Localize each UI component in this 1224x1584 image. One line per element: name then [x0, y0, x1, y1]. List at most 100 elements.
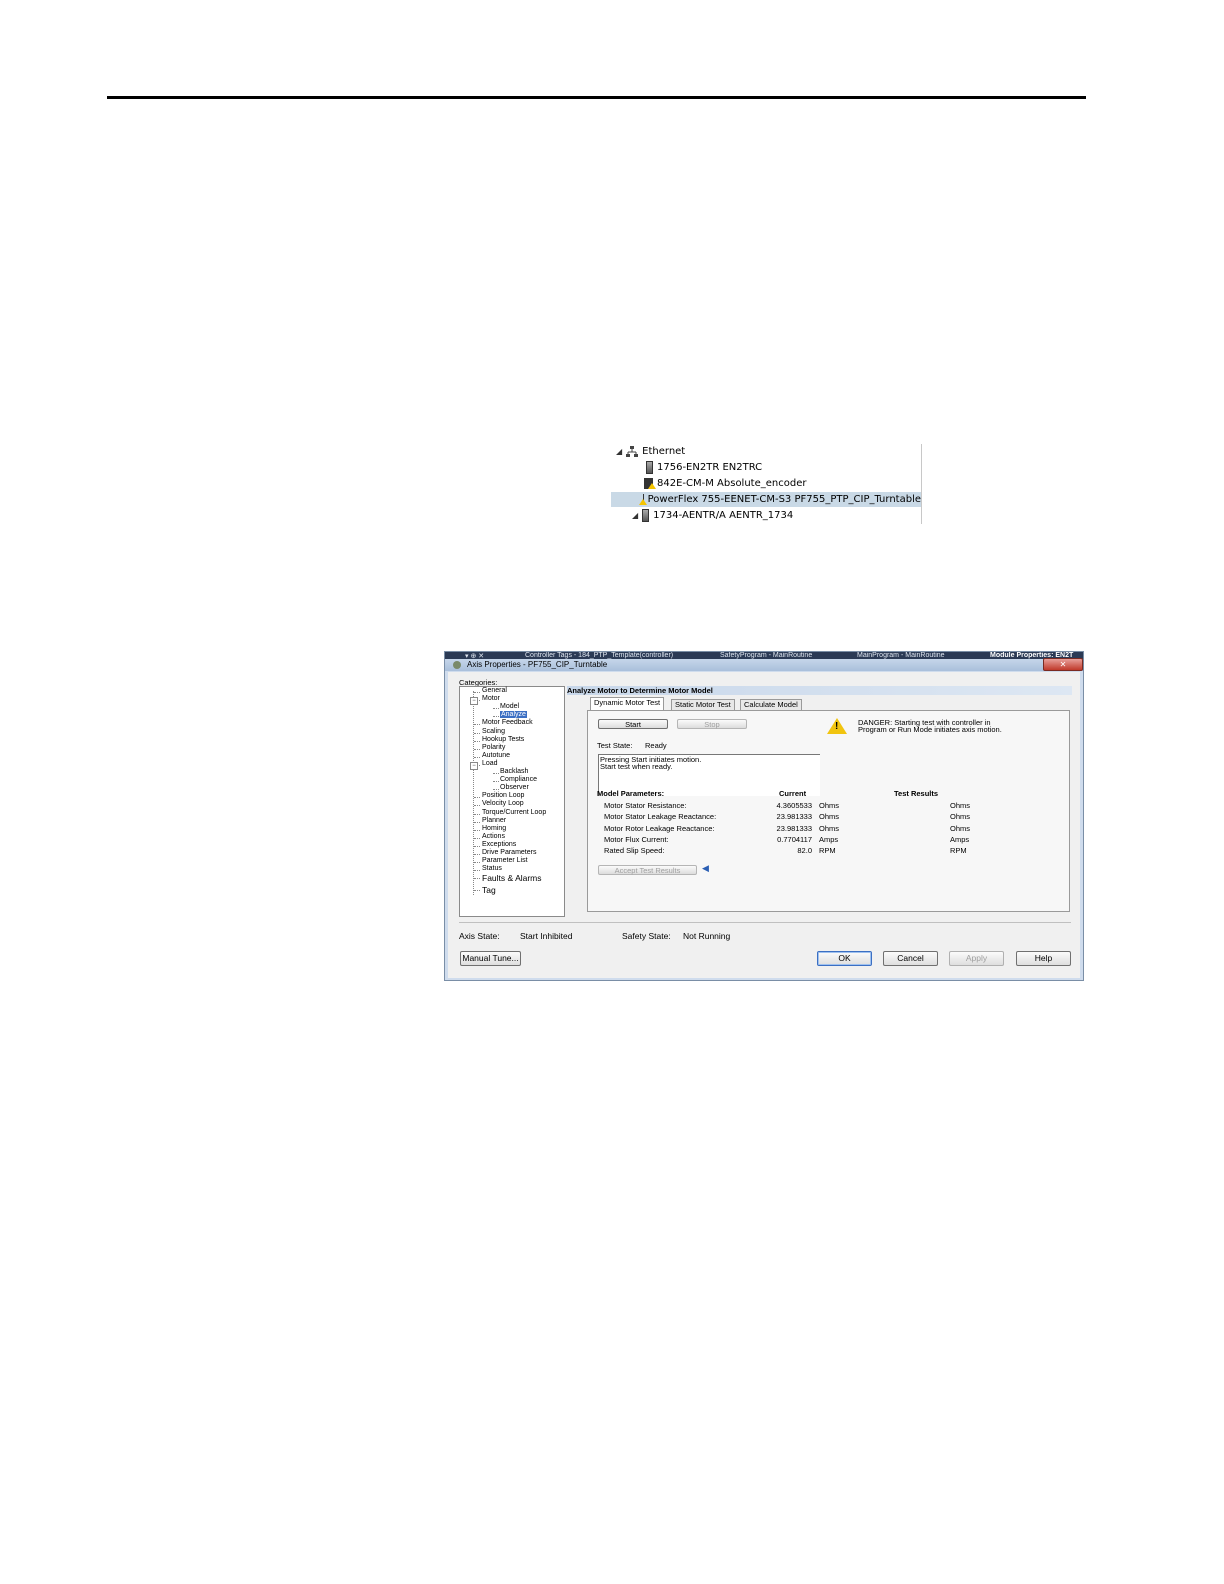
- category-model[interactable]: Model: [500, 703, 519, 710]
- parameter-name: Motor Rotor Leakage Reactance:: [604, 823, 715, 833]
- tree-connector-tick: [493, 773, 499, 774]
- stop-button[interactable]: Stop: [677, 719, 747, 729]
- parameter-current-value: 23.981333: [776, 823, 812, 833]
- test-state-value: Ready: [645, 741, 667, 750]
- doc-tab-main-program[interactable]: MainProgram - MainRoutine: [857, 652, 945, 659]
- category-backlash[interactable]: Backlash: [500, 768, 528, 775]
- network-icon: [626, 445, 639, 458]
- help-button[interactable]: Help: [1016, 951, 1071, 966]
- tree-connector-tick: [474, 829, 480, 831]
- expander-icon[interactable]: −: [470, 697, 478, 706]
- category-homing[interactable]: Homing: [482, 825, 506, 832]
- warning-drive-icon: [640, 494, 646, 505]
- dialog-title: Axis Properties - PF755_CIP_Turntable: [467, 660, 608, 669]
- parameter-current-value: 23.981333: [776, 812, 812, 822]
- tab-static-motor-test[interactable]: Static Motor Test: [671, 699, 735, 710]
- category-label: Motor: [482, 695, 500, 703]
- tree-item-powerflex[interactable]: PowerFlex 755-EENET-CM-S3 PF755_PTP_CIP_…: [611, 492, 921, 507]
- tree-item-en2tr[interactable]: 1756-EN2TR EN2TRC: [646, 460, 762, 475]
- category-label: Parameter List: [482, 857, 528, 865]
- ok-button[interactable]: OK: [817, 951, 872, 966]
- category-status[interactable]: Status: [482, 865, 502, 872]
- parameter-result-unit: Amps: [950, 834, 970, 844]
- collapse-triangle-icon[interactable]: ◢: [616, 447, 622, 456]
- category-hookup-tests[interactable]: Hookup Tests: [482, 736, 524, 743]
- category-planner[interactable]: Planner: [482, 817, 506, 824]
- category-motor-feedback[interactable]: Motor Feedback: [482, 719, 533, 726]
- parameter-current-value: 0.7704117: [777, 834, 812, 844]
- category-polarity[interactable]: Polarity: [482, 744, 505, 751]
- tree-item-label: 1756-EN2TR EN2TRC: [657, 462, 763, 473]
- category-parameter-list[interactable]: Parameter List: [482, 857, 528, 864]
- safety-state-value: Not Running: [683, 931, 731, 941]
- cancel-button[interactable]: Cancel: [883, 951, 938, 966]
- category-analyze[interactable]: Analyze: [500, 711, 527, 719]
- left-arrow-icon: ◀: [702, 863, 709, 873]
- category-general[interactable]: General: [482, 687, 507, 694]
- axis-properties-screenshot: ▾ ⊕ ✕ Controller Tags - 184_PTP_Template…: [444, 651, 1084, 981]
- category-label: Autotune: [482, 751, 511, 759]
- tab-calculate-model[interactable]: Calculate Model: [740, 699, 802, 710]
- category-tag[interactable]: Tag: [482, 885, 496, 895]
- category-compliance[interactable]: Compliance: [500, 776, 537, 783]
- category-observer[interactable]: Observer: [500, 784, 529, 791]
- collapse-triangle-icon[interactable]: ◢: [632, 511, 638, 520]
- warning-module-icon: [644, 478, 656, 489]
- tree-connector-tick: [493, 781, 499, 783]
- category-actions[interactable]: Actions: [482, 833, 505, 840]
- apply-button[interactable]: Apply: [949, 951, 1004, 966]
- category-label: Velocity Loop: [482, 800, 524, 808]
- category-label: Drive Parameters: [482, 849, 537, 856]
- categories-tree[interactable]: General Motor − Model Analyze Motor Feedback S…: [459, 686, 565, 917]
- tree-connector-tick: [474, 724, 480, 726]
- axis-state-value: Start Inhibited: [520, 931, 573, 941]
- section-title: Analyze Motor to Determine Motor Model: [567, 686, 1072, 695]
- parameter-current-unit: RPM: [819, 846, 836, 856]
- tree-item-label: Ethernet: [642, 446, 686, 457]
- manual-tune-button[interactable]: Manual Tune...: [460, 951, 521, 966]
- axis-state-label: Axis State:: [459, 931, 500, 941]
- tab-dynamic-motor-test[interactable]: Dynamic Motor Test: [590, 697, 665, 710]
- tree-connector-tick: [474, 890, 480, 892]
- category-label: Polarity: [482, 743, 506, 751]
- tree-item-1734[interactable]: ◢ 1734-AENTR/A AENTR_1734: [632, 508, 793, 523]
- category-label: Load: [482, 759, 498, 767]
- category-load[interactable]: Load: [482, 760, 498, 767]
- tree-connector-tick: [474, 740, 480, 742]
- category-label: Compliance: [500, 776, 537, 784]
- tree-item-842e[interactable]: 842E-CM-M Absolute_encoder: [644, 476, 806, 491]
- category-velocity-loop[interactable]: Velocity Loop: [482, 800, 524, 807]
- category-label: Analyze: [500, 711, 527, 719]
- module-icon: [642, 509, 650, 522]
- tree-connector-tick: [474, 748, 480, 750]
- category-exceptions[interactable]: Exceptions: [482, 841, 516, 848]
- tree-connector-tick: [474, 756, 480, 758]
- category-label: Homing: [482, 824, 507, 832]
- tree-connector-tick: [474, 732, 480, 734]
- category-autotune[interactable]: Autotune: [482, 752, 510, 759]
- page-header-rule: [107, 96, 1086, 99]
- category-drive-parameters[interactable]: Drive Parameters: [482, 849, 536, 856]
- category-position-loop[interactable]: Position Loop: [482, 792, 524, 799]
- category-faults-alarms[interactable]: Faults & Alarms: [482, 873, 542, 883]
- tree-item-label: 1734-AENTR/A AENTR_1734: [653, 510, 794, 521]
- parameter-result-unit: Ohms: [950, 823, 971, 833]
- close-button[interactable]: ✕: [1043, 658, 1083, 671]
- doc-tab-safety-program[interactable]: SafetyProgram - MainRoutine: [720, 652, 812, 659]
- category-label: Scaling: [482, 727, 505, 735]
- test-results-header: Test Results: [894, 789, 939, 798]
- start-button[interactable]: Start: [598, 719, 668, 729]
- tree-item-ethernet[interactable]: ◢ Ethernet: [616, 444, 685, 459]
- doc-tab-controller-tags[interactable]: Controller Tags - 184_PTP_Template(contr…: [525, 652, 673, 659]
- tree-item-label: PowerFlex 755-EENET-CM-S3 PF755_PTP_CIP_…: [647, 494, 921, 505]
- category-scaling[interactable]: Scaling: [482, 728, 505, 735]
- category-torque-current-loop[interactable]: Torque/Current Loop: [482, 809, 546, 816]
- category-motor[interactable]: Motor: [482, 695, 500, 702]
- io-configuration-tree: ◢ Ethernet 1756-EN2TR EN2TRC 842E-CM-M A…: [611, 444, 922, 524]
- tree-connector-tick: [474, 870, 480, 872]
- test-state-label: Test State:: [597, 741, 633, 750]
- accept-test-results-button[interactable]: Accept Test Results: [598, 865, 697, 875]
- dialog-client-area: Categories: General Motor − Model Analyze Mot…: [448, 672, 1080, 978]
- parameter-current-unit: Ohms: [819, 812, 840, 822]
- expander-icon[interactable]: −: [470, 761, 478, 770]
